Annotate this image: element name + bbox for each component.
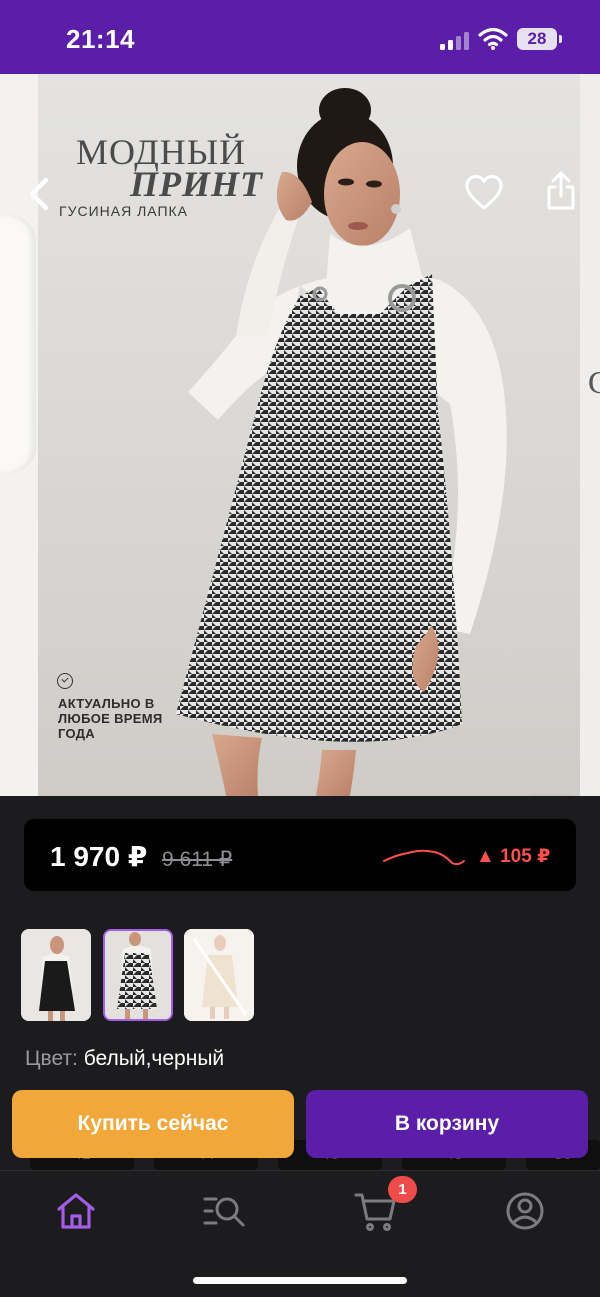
add-to-cart-button[interactable]: В корзину (306, 1090, 588, 1158)
search-list-icon (203, 1197, 245, 1227)
cart-count-badge: 1 (388, 1176, 417, 1203)
color-value: белый,черный (83, 1047, 225, 1070)
promo-feature-text: АКТУАЛЬНО В ЛЮБОЕ ВРЕМЯ ГОДА (58, 696, 163, 741)
share-button[interactable] (543, 170, 579, 212)
check-circle-icon (57, 673, 73, 689)
price-history-sparkline (383, 849, 465, 866)
battery-indicator: 28 (517, 28, 557, 50)
tab-catalog[interactable] (202, 1189, 246, 1233)
variant-photo (21, 929, 91, 1021)
home-indicator[interactable] (193, 1277, 407, 1284)
heart-icon (465, 175, 503, 210)
tab-profile[interactable] (503, 1189, 547, 1233)
variant-photo (105, 931, 171, 1019)
favorite-button[interactable] (464, 174, 504, 212)
model-illustration (176, 88, 507, 796)
variant-photo (184, 929, 254, 1021)
price-panel[interactable]: 1 970 ₽ 9 611 ₽ ▲ 105 ₽ (24, 819, 576, 891)
current-price: 1 970 ₽ (50, 841, 148, 872)
back-button[interactable] (22, 174, 58, 214)
color-label: Цвет: (25, 1047, 78, 1070)
tab-home[interactable] (54, 1189, 98, 1233)
price-change: ▲ 105 ₽ (476, 846, 551, 867)
cellular-signal-icon (440, 32, 470, 50)
buy-now-button[interactable]: Купить сейчас (12, 1090, 294, 1158)
wifi-icon (478, 27, 508, 50)
product-image[interactable]: С МОДНЫЙ ПРИНТ ГУСИНАЯ ЛАПКА АКТУАЛЬНО В… (0, 74, 600, 796)
home-icon (57, 1193, 95, 1229)
variant-thumbnail-black[interactable] (21, 929, 91, 1021)
share-icon (547, 171, 575, 210)
promo-subheadline: ГУСИНАЯ ЛАПКА (59, 203, 189, 219)
battery-tip (559, 35, 562, 43)
user-icon (506, 1192, 544, 1230)
variant-thumbnail-houndstooth[interactable] (103, 929, 173, 1021)
status-time: 21:14 (66, 24, 135, 54)
color-info: Цвет: белый,черный (25, 1047, 224, 1071)
promo-headline-line2: ПРИНТ (130, 164, 263, 204)
variant-thumbnail-beige-unavailable[interactable] (184, 929, 254, 1021)
chevron-left-icon (29, 177, 49, 211)
product-screen: 21:14 28 С МОДНЫЙ ПРИНТ ГУСИНАЯ ЛАПКА АК… (0, 0, 600, 1297)
cart-icon (354, 1193, 396, 1231)
status-bar: 21:14 28 (0, 0, 600, 74)
old-price: 9 611 ₽ (162, 848, 233, 871)
